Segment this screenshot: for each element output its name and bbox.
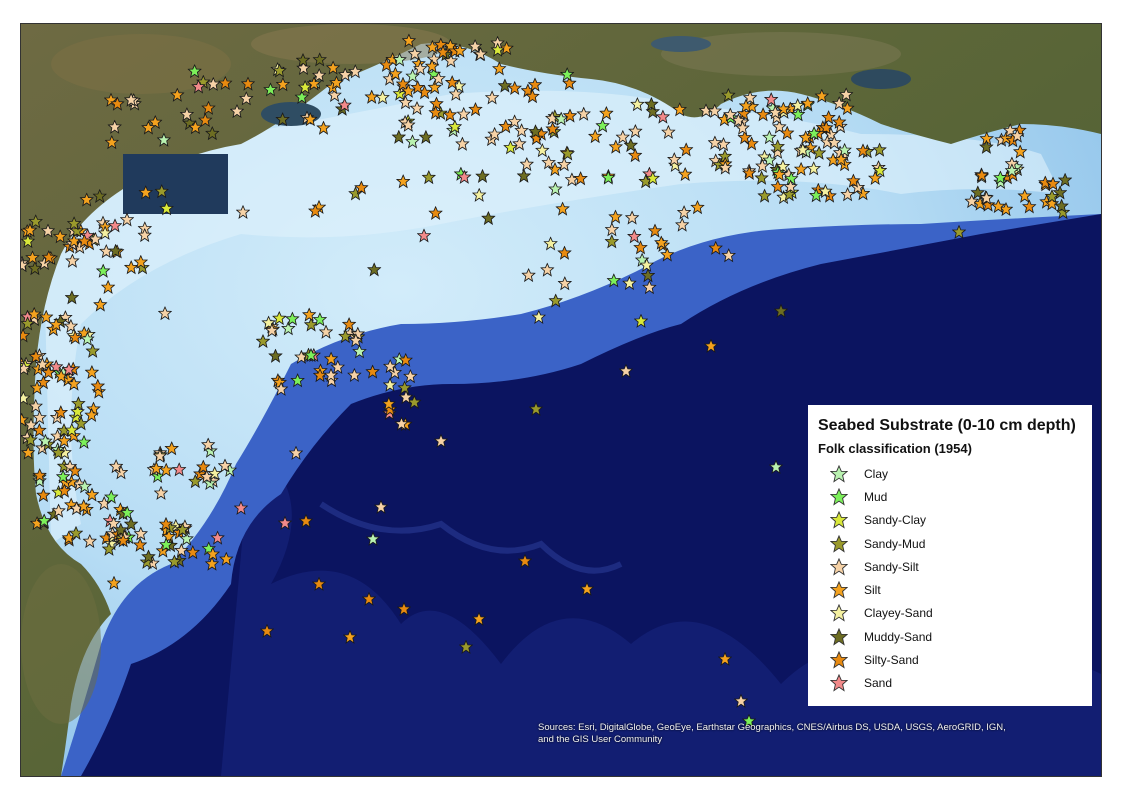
map-legend: Seabed Substrate (0-10 cm depth) Folk cl… <box>808 405 1092 706</box>
legend-item-mud: Mud <box>818 485 1082 508</box>
land-texture <box>251 24 451 64</box>
legend-item-clay: Clay <box>818 462 1082 485</box>
legend-list: Clay Mud Sandy-Clay Sandy-Mud Sandy-Silt… <box>818 462 1082 695</box>
legend-label: Sand <box>864 676 893 691</box>
star-icon <box>830 674 848 692</box>
lagoon <box>851 69 911 89</box>
star-icon <box>830 464 848 483</box>
legend-item-sandy-silt: Sandy-Silt <box>818 555 1082 578</box>
legend-item-silty-sand: Silty-Sand <box>818 648 1082 671</box>
star-icon <box>830 511 848 529</box>
star-icon <box>830 627 848 646</box>
legend-label: Silty-Sand <box>864 653 919 668</box>
star-icon <box>830 651 848 669</box>
legend-item-clayey-sand: Clayey-Sand <box>818 602 1082 625</box>
land-texture <box>21 564 101 724</box>
legend-label: Mud <box>864 489 888 504</box>
attribution-line-1: Sources: Esri, DigitalGlobe, GeoEye, Ear… <box>538 722 1006 733</box>
legend-item-sand: Sand <box>818 672 1082 695</box>
legend-label: Sandy-Clay <box>864 513 927 528</box>
legend-item-sandy-mud: Sandy-Mud <box>818 532 1082 555</box>
star-icon <box>830 581 848 599</box>
lagoon <box>651 36 711 52</box>
legend-item-silt: Silt <box>818 578 1082 601</box>
data-gap-rectangle <box>123 154 228 214</box>
star-icon <box>830 487 848 506</box>
legend-label: Sandy-Mud <box>864 536 926 551</box>
legend-label: Sandy-Silt <box>864 559 919 574</box>
legend-subtitle: Folk classification (1954) <box>818 441 972 456</box>
legend-item-muddy-sand: Muddy-Sand <box>818 625 1082 648</box>
legend-title: Seabed Substrate (0-10 cm depth) <box>818 417 1076 434</box>
legend-label: Clay <box>864 466 889 481</box>
legend-label: Muddy-Sand <box>864 629 933 644</box>
map-attribution: Sources: Esri, DigitalGlobe, GeoEye, Ear… <box>538 722 1078 746</box>
attribution-line-2: and the GIS User Community <box>538 734 663 745</box>
star-icon <box>830 604 848 623</box>
legend-label: Clayey-Sand <box>864 606 933 621</box>
legend-item-sandy-clay: Sandy-Clay <box>818 509 1082 532</box>
star-icon <box>830 557 848 576</box>
star-icon <box>830 534 848 553</box>
legend-label: Silt <box>864 583 881 598</box>
